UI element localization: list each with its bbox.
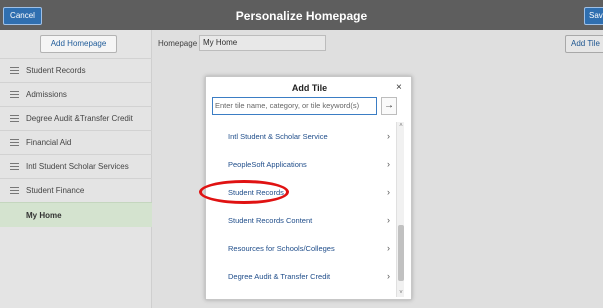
chevron-right-icon: › bbox=[387, 159, 390, 169]
chevron-right-icon: › bbox=[387, 271, 390, 281]
chevron-right-icon: › bbox=[387, 243, 390, 253]
drag-handle-icon[interactable] bbox=[10, 65, 19, 76]
list-item-label: Intl Student & Scholar Service bbox=[228, 131, 328, 141]
drag-handle-icon[interactable] bbox=[10, 89, 19, 100]
save-button[interactable]: Save bbox=[584, 7, 603, 25]
chevron-right-icon: › bbox=[387, 131, 390, 141]
list-item[interactable]: Student Records Content › bbox=[212, 206, 396, 234]
list-item-label: PeopleSoft Applications bbox=[228, 159, 307, 169]
sidebar-item-student-finance[interactable]: Student Finance bbox=[0, 178, 152, 202]
sidebar-item-financial-aid[interactable]: Financial Aid bbox=[0, 130, 152, 154]
homepage-list: Student Records Admissions Degree Audit … bbox=[0, 58, 152, 227]
scroll-thumb[interactable] bbox=[398, 225, 404, 281]
header-bar: Cancel Personalize Homepage Save bbox=[0, 0, 603, 30]
list-item[interactable]: Resources for Schools/Colleges › bbox=[212, 234, 396, 262]
scroll-up-icon[interactable]: ˄ bbox=[397, 122, 405, 130]
list-item[interactable]: PeopleSoft Applications › bbox=[212, 150, 396, 178]
drag-handle-icon[interactable] bbox=[10, 137, 19, 148]
drag-handle-icon[interactable] bbox=[10, 113, 19, 124]
sidebar-item-my-home[interactable]: My Home bbox=[0, 202, 152, 227]
list-item-label: Student Records Content bbox=[228, 215, 313, 225]
sidebar-item-degree-audit[interactable]: Degree Audit &Transfer Credit bbox=[0, 106, 152, 130]
tile-search-input[interactable]: Enter tile name, category, or tile keywo… bbox=[212, 97, 377, 115]
sidebar-item-label: Degree Audit &Transfer Credit bbox=[26, 114, 133, 123]
sidebar-item-label: Student Finance bbox=[26, 186, 85, 195]
scroll-down-icon[interactable]: ˅ bbox=[397, 289, 405, 297]
add-tile-dialog: Add Tile × Enter tile name, category, or… bbox=[205, 76, 412, 300]
list-item-label: Resources for Schools/Colleges bbox=[228, 243, 335, 253]
arrow-right-icon[interactable]: → bbox=[381, 97, 397, 115]
sidebar-item-label: Financial Aid bbox=[26, 138, 72, 147]
chevron-right-icon: › bbox=[387, 215, 390, 225]
sidebar-item-label: Admissions bbox=[26, 90, 67, 99]
sidebar-item-student-records[interactable]: Student Records bbox=[0, 58, 152, 82]
list-item[interactable]: Degree Audit & Transfer Credit › bbox=[212, 262, 396, 290]
chevron-right-icon: › bbox=[387, 187, 390, 197]
tile-list: Intl Student & Scholar Service › PeopleS… bbox=[212, 122, 396, 297]
drag-handle-icon[interactable] bbox=[10, 185, 19, 196]
close-icon[interactable]: × bbox=[396, 82, 402, 93]
sidebar-item-admissions[interactable]: Admissions bbox=[0, 82, 152, 106]
sidebar-item-label: Intl Student Scholar Services bbox=[26, 162, 129, 171]
tile-list-scrollbar[interactable]: ˄ ˅ bbox=[396, 122, 404, 297]
sidebar-item-label: Student Records bbox=[26, 66, 86, 75]
list-item-label: Degree Audit & Transfer Credit bbox=[228, 271, 331, 281]
drag-handle-icon[interactable] bbox=[10, 161, 19, 172]
add-homepage-button[interactable]: Add Homepage bbox=[40, 35, 117, 53]
sidebar-item-intl-student-scholar-services[interactable]: Intl Student Scholar Services bbox=[0, 154, 152, 178]
list-item[interactable]: Intl Student & Scholar Service › bbox=[212, 122, 396, 150]
sidebar: Add Homepage Student Records Admissions … bbox=[0, 30, 152, 308]
list-item-label: Student Records bbox=[228, 187, 284, 197]
page-title: Personalize Homepage bbox=[235, 9, 368, 23]
list-item[interactable]: Student Records › bbox=[212, 178, 396, 206]
dialog-title: Add Tile bbox=[291, 83, 328, 93]
sidebar-item-label: My Home bbox=[26, 210, 62, 220]
